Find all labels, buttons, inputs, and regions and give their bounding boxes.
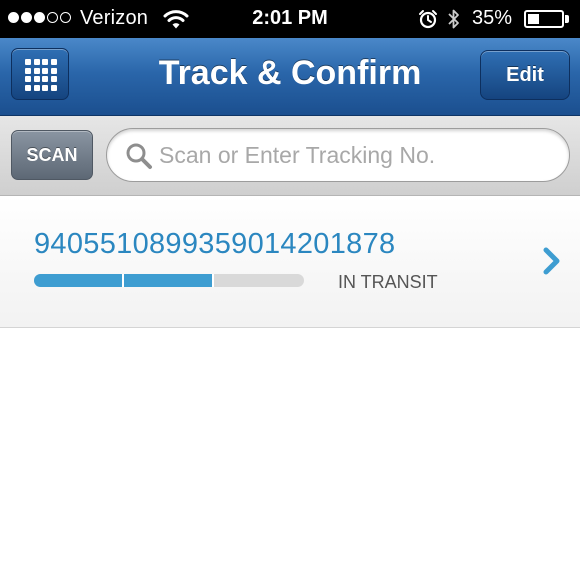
tracking-search-input[interactable] (159, 137, 559, 173)
search-icon (126, 143, 152, 169)
edit-button[interactable]: Edit (480, 50, 570, 100)
search-bar: SCAN (0, 116, 580, 196)
tracking-number: 9405510899359014201878 (34, 228, 396, 260)
battery-level (528, 14, 540, 24)
battery-icon (524, 10, 564, 28)
status-bar: Verizon 2:01 PM 35% (0, 0, 580, 38)
navigation-bar: Track & Confirm Edit (0, 38, 580, 116)
scan-button[interactable]: SCAN (11, 130, 93, 180)
battery-tip (565, 15, 569, 23)
tracking-row[interactable]: 9405510899359014201878 IN TRANSIT (0, 196, 580, 328)
delivery-progress-bar (34, 274, 304, 287)
progress-segment (34, 274, 124, 287)
progress-segment (124, 274, 214, 287)
tracking-list: 9405510899359014201878 IN TRANSIT (0, 196, 580, 328)
bluetooth-icon (448, 9, 459, 29)
progress-segment (214, 274, 304, 287)
chevron-right-icon[interactable] (540, 246, 564, 276)
search-field[interactable] (106, 128, 570, 182)
tracking-status: IN TRANSIT (338, 272, 438, 292)
screen: Verizon 2:01 PM 35% Track & Confirm Edit… (0, 0, 580, 580)
alarm-icon (419, 10, 437, 29)
battery-percentage: 35% (472, 7, 513, 29)
